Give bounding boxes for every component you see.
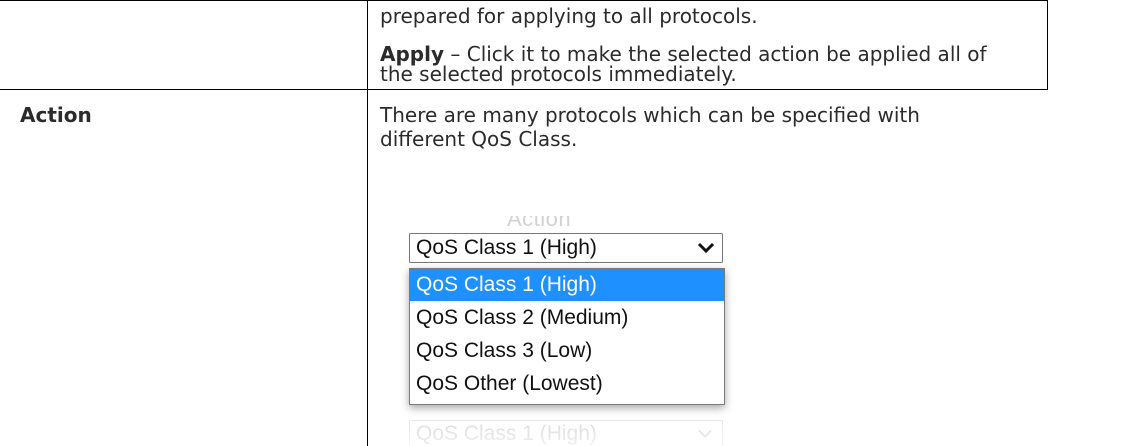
option-qos-class-2[interactable]: QoS Class 2 (Medium) [410,302,724,334]
chevron-down-icon [697,242,715,254]
option-qos-other[interactable]: QoS Other (Lowest) [410,368,724,400]
qos-class-select[interactable]: QoS Class 1 (High) [409,233,723,263]
ghost-select: QoS Class 1 (High) [409,420,723,446]
prev-row-text: prepared for applying to all protocols. [380,4,758,28]
ghost-select-value: QoS Class 1 (High) [416,422,597,445]
row-divider [0,89,1047,90]
action-label: Action [20,103,92,127]
option-qos-class-1[interactable]: QoS Class 1 (High) [410,269,724,301]
qos-class-options: QoS Class 1 (High) QoS Class 2 (Medium) … [409,268,725,405]
qos-dropdown-screenshot: Action QoS Class 1 (High) QoS Class 1 (H… [392,216,752,446]
ghost-action-title: Action [507,216,572,231]
apply-description-cont: the selected protocols immediately. [380,62,737,86]
table-top-border [0,0,1047,1]
ghost-chevron-down-icon [698,429,712,438]
action-desc-line2: different QoS Class. [380,127,578,151]
select-value: QoS Class 1 (High) [416,236,597,259]
option-qos-class-3[interactable]: QoS Class 3 (Low) [410,335,724,367]
table-right-border [1047,0,1048,90]
column-divider [367,0,368,446]
